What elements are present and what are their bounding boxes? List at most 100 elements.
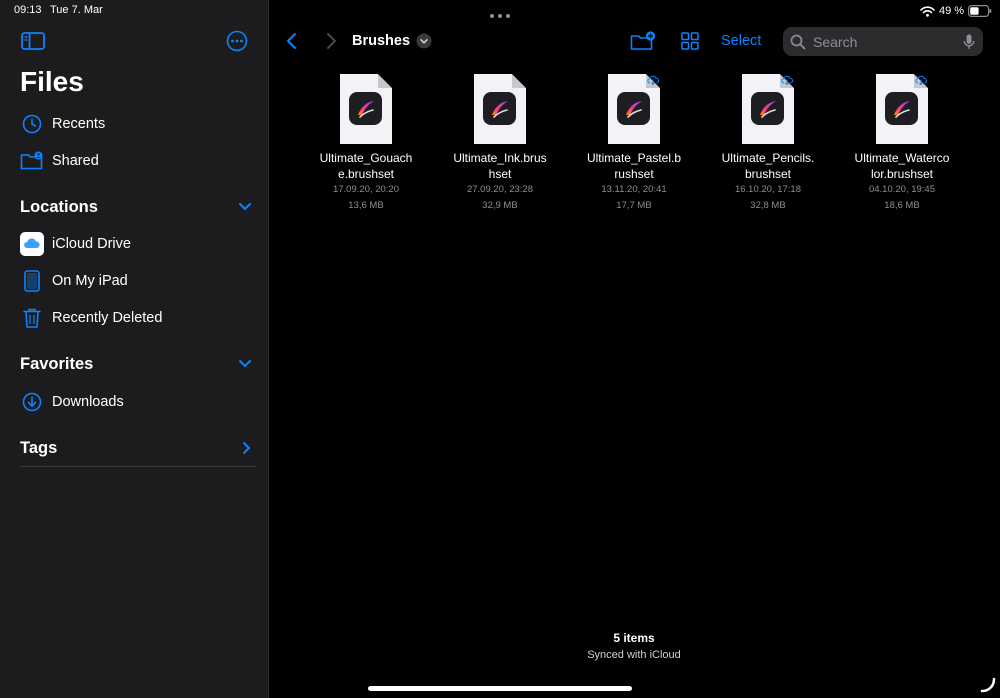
brushset-document-icon <box>876 74 928 144</box>
ipad-icon <box>20 269 44 293</box>
chevron-left-icon <box>286 33 296 49</box>
home-indicator[interactable] <box>368 686 632 691</box>
back-button[interactable] <box>282 30 300 52</box>
section-title: Locations <box>20 197 98 216</box>
shared-folder-icon <box>20 149 44 173</box>
file-date: 17.09.20, 20:20 <box>332 184 400 195</box>
file-item[interactable]: Ultimate_Ink.brus hset 27.09.20, 23:28 32… <box>440 74 560 214</box>
sidebar-divider <box>20 466 256 467</box>
status-indicators: 49 % <box>920 4 992 18</box>
sidebar-item-label: Downloads <box>52 394 124 410</box>
item-count: 5 items <box>613 631 655 645</box>
search-input[interactable] <box>811 32 955 51</box>
status-date: Tue 7. Mar <box>50 4 103 16</box>
sidebar-item-recents[interactable]: Recents <box>20 107 252 141</box>
multitasking-dots[interactable] <box>488 6 512 18</box>
sidebar-item-recently-deleted[interactable]: Recently Deleted <box>20 301 252 335</box>
chevron-down-icon <box>239 360 251 368</box>
file-date: 27.09.20, 23:28 <box>466 184 534 195</box>
clock-icon <box>20 112 44 136</box>
procreate-icon <box>751 92 784 125</box>
chevron-right-icon <box>243 442 251 454</box>
resize-handle[interactable] <box>980 677 996 693</box>
more-options-button[interactable] <box>225 29 249 53</box>
procreate-icon <box>483 92 516 125</box>
file-date: 04.10.20, 19:45 <box>868 184 936 195</box>
new-folder-button[interactable] <box>629 30 656 52</box>
file-size: 32,8 MB <box>750 200 786 211</box>
file-date: 13.11.20, 20:41 <box>601 184 667 195</box>
status-time: 09:13 <box>14 4 42 16</box>
file-item[interactable]: Ultimate_Waterco lor.brushset 04.10.20, 1… <box>842 74 962 214</box>
battery-percent: 49 % <box>939 5 965 17</box>
folder-title-menu[interactable]: Brushes <box>352 30 432 52</box>
file-item[interactable]: Ultimate_Pencils. brushset 16.10.20, 17:1… <box>708 74 828 214</box>
forward-button[interactable] <box>322 30 340 52</box>
procreate-icon <box>885 92 918 125</box>
sidebar-item-label: Shared <box>52 153 99 169</box>
microphone-icon[interactable] <box>963 34 975 50</box>
sidebar-icon <box>21 32 45 50</box>
section-locations-header[interactable]: Locations <box>20 194 252 220</box>
file-size: 18,6 MB <box>884 200 920 211</box>
brushset-document-icon <box>742 74 794 144</box>
ellipsis-icon <box>490 14 510 18</box>
sidebar-item-label: Recently Deleted <box>52 310 163 326</box>
procreate-icon <box>349 92 382 125</box>
sidebar-item-downloads[interactable]: Downloads <box>20 385 252 419</box>
brushset-document-icon <box>474 74 526 144</box>
brushset-document-icon <box>340 74 392 144</box>
trash-icon <box>20 306 44 330</box>
sidebar-item-label: On My iPad <box>52 273 128 289</box>
folder-add-icon <box>630 31 655 50</box>
grid-icon <box>681 32 699 50</box>
download-icon <box>20 390 44 414</box>
file-item[interactable]: Ultimate_Gouach e.brushset 17.09.20, 20:2… <box>306 74 426 214</box>
ellipsis-circle-icon <box>226 30 248 52</box>
file-size: 32,9 MB <box>482 200 518 211</box>
file-name: Ultimate_Gouach e.brushset <box>319 151 413 181</box>
file-item[interactable]: Ultimate_Pastel.b rushset 13.11.20, 20:41… <box>574 74 694 214</box>
cloud-download-icon <box>647 75 659 85</box>
folder-footer: 5 items Synced with iCloud <box>534 630 734 664</box>
section-title: Tags <box>20 438 58 457</box>
file-name: Ultimate_Ink.brus hset <box>453 151 547 181</box>
section-tags-header[interactable]: Tags <box>20 435 252 461</box>
view-options-button[interactable] <box>679 30 701 52</box>
chevron-right-icon <box>326 33 336 49</box>
battery-icon <box>968 5 992 17</box>
sidebar-item-label: Recents <box>52 116 106 132</box>
sync-status: Synced with iCloud <box>587 649 681 661</box>
sidebar-item-icloud-drive[interactable]: iCloud Drive <box>20 227 252 261</box>
chevron-down-circle-icon <box>416 33 432 49</box>
page-fold <box>378 74 392 88</box>
file-size: 17,7 MB <box>616 200 652 211</box>
file-size: 13,6 MB <box>348 200 384 211</box>
sidebar-item-shared[interactable]: Shared <box>20 144 252 178</box>
icloud-icon <box>20 232 44 256</box>
sidebar-item-label: iCloud Drive <box>52 236 131 252</box>
split-divider <box>268 0 269 698</box>
sidebar-toggle-button[interactable] <box>20 30 46 52</box>
file-name: Ultimate_Pastel.b rushset <box>586 151 682 181</box>
section-title: Favorites <box>20 354 94 373</box>
sidebar-item-on-my-ipad[interactable]: On My iPad <box>20 264 252 298</box>
file-name: Ultimate_Pencils. brushset <box>721 151 815 181</box>
cloud-download-icon <box>915 75 927 85</box>
procreate-icon <box>617 92 650 125</box>
page-fold <box>512 74 526 88</box>
resize-corner-icon <box>980 677 996 693</box>
file-date: 16.10.20, 17:18 <box>734 184 802 195</box>
search-icon <box>790 34 806 49</box>
sidebar: 09:13 Tue 7. Mar Files Recents Shared Lo… <box>0 0 268 698</box>
folder-title: Brushes <box>352 33 411 49</box>
brushset-document-icon <box>608 74 660 144</box>
select-button[interactable]: Select <box>721 33 761 49</box>
sidebar-title: Files <box>20 66 84 97</box>
chevron-down-icon <box>239 203 251 211</box>
file-name: Ultimate_Waterco lor.brushset <box>854 151 950 181</box>
search-bar[interactable] <box>783 27 983 56</box>
cloud-download-icon <box>781 75 793 85</box>
section-favorites-header[interactable]: Favorites <box>20 351 252 377</box>
wifi-icon <box>920 5 935 17</box>
